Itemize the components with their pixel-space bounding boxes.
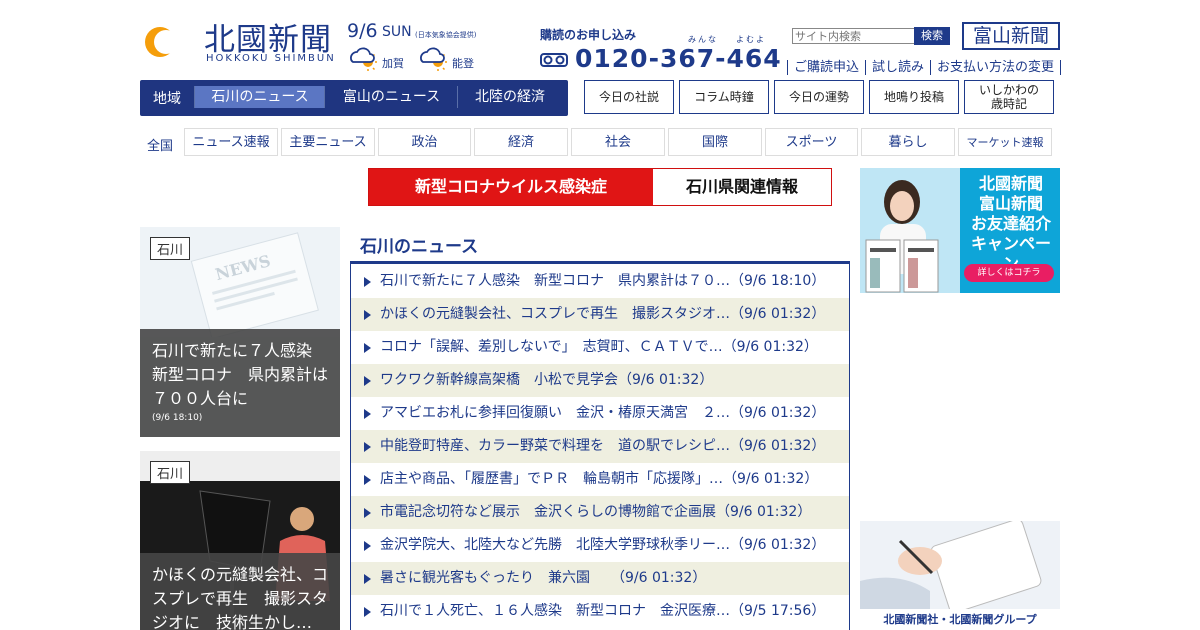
- list-item[interactable]: 石川で１人死亡、１６人感染 新型コロナ 金沢医療…（9/5 17:56）: [351, 595, 849, 630]
- tab-ishikawa-news[interactable]: 石川のニュース: [194, 86, 325, 108]
- list-item[interactable]: 店主や商品、「履歴書」でＰＲ 輪島朝市「応援隊」…（9/6 01:32）: [351, 463, 849, 496]
- group-ad[interactable]: 北國新聞社・北國新聞グループ: [860, 521, 1060, 630]
- corona-banner[interactable]: 新型コロナウイルス感染症 石川県関連情報: [368, 168, 832, 206]
- category-society[interactable]: 社会: [571, 128, 665, 156]
- category-sports[interactable]: スポーツ: [765, 128, 858, 156]
- arrow-icon: [364, 277, 371, 287]
- news-title[interactable]: かほくの元縫製会社、コスプレで再生 撮影スタジオ…（9/6 01:32）: [380, 298, 825, 331]
- card-caption: 石川で新たに７人感染 新型コロナ 県内累計は７００人台に (9/6 18:10): [140, 329, 340, 437]
- cloud-sun-icon[interactable]: [346, 42, 380, 72]
- group-ad-caption: 北國新聞社・北國新聞グループ: [860, 609, 1060, 630]
- news-title[interactable]: 石川で１人死亡、１６人感染 新型コロナ 金沢医療…（9/5 17:56）: [380, 595, 825, 628]
- payment-change-link[interactable]: お支払い方法の変更: [930, 60, 1062, 75]
- list-item[interactable]: 暑さに観光客もぐったり 兼六園 （9/6 01:32）: [351, 562, 849, 595]
- news-heading: 石川のニュース: [360, 237, 479, 257]
- category-international[interactable]: 国際: [668, 128, 762, 156]
- category-label: 全国: [147, 139, 174, 154]
- news-title[interactable]: 中能登町特産、カラー野菜で料理を 道の駅でレシピ…（9/6 01:32）: [380, 430, 825, 463]
- person-photo-icon: [860, 168, 960, 293]
- news-title[interactable]: 市電記念切符など展示 金沢くらしの博物館で企画展（9/6 01:32）: [380, 496, 811, 529]
- category-top-news[interactable]: 主要ニュース: [281, 128, 375, 156]
- date: 9/6: [347, 20, 378, 42]
- tab-toyama-news[interactable]: 富山のニュース: [324, 86, 458, 108]
- ad-details-button[interactable]: 詳しくはコチラ: [964, 264, 1054, 282]
- arrow-icon: [364, 310, 371, 320]
- featured-card[interactable]: 石川 かほくの元縫製会社、コスプレで再生 撮影スタジオに 技術生かし…: [140, 451, 340, 630]
- region-nav-label: 地域: [153, 91, 181, 107]
- category-economy[interactable]: 経済: [474, 128, 568, 156]
- ishikawa-saijiki-button[interactable]: いしかわの 歳時記: [964, 80, 1054, 114]
- arrow-icon: [364, 409, 371, 419]
- arrow-icon: [364, 574, 371, 584]
- news-title[interactable]: 店主や商品、「履歴書」でＰＲ 輪島朝市「応援隊」…（9/6 01:32）: [380, 463, 818, 496]
- subscribe-link[interactable]: ご購読申込: [787, 60, 866, 75]
- arrow-icon: [364, 607, 371, 617]
- ad-line-3: お友達紹介: [970, 214, 1051, 233]
- list-item[interactable]: ワクワク新幹線高架橋 小松で見学会（9/6 01:32）: [351, 364, 849, 397]
- subscription-title: 購読のお申し込み: [540, 28, 637, 42]
- list-item[interactable]: アマビエお札に参拝回復願い 金沢・椿原天満宮 ２…（9/6 01:32）: [351, 397, 849, 430]
- horoscope-button[interactable]: 今日の運勢: [774, 80, 864, 114]
- arrow-icon: [364, 442, 371, 452]
- tablet-photo-icon: [860, 521, 1060, 609]
- card-region-tag: 石川: [150, 461, 191, 484]
- arrow-icon: [364, 475, 371, 485]
- list-item[interactable]: 金沢学院大、北陸大など先勝 北陸大学野球秋季リー…（9/6 01:32）: [351, 529, 849, 562]
- weekday: SUN: [382, 24, 412, 40]
- weather-source[interactable]: (日本気象協会提供): [415, 30, 476, 40]
- corona-banner-title: 新型コロナウイルス感染症: [369, 169, 653, 205]
- list-item[interactable]: コロナ「誤解、差別しないで」 志賀町、ＣＡＴＶで…（9/6 01:32）: [351, 331, 849, 364]
- arrow-icon: [364, 541, 371, 551]
- arrow-icon: [364, 508, 371, 518]
- subscription-phone[interactable]: 0120-367-464: [575, 44, 782, 73]
- editorial-button[interactable]: 今日の社説: [584, 80, 674, 114]
- card-title: 石川で新たに７人感染 新型コロナ 県内累計は７００人台に: [152, 341, 329, 408]
- arrow-icon: [364, 343, 371, 353]
- corona-banner-subtitle: 石川県関連情報: [685, 177, 798, 196]
- news-title[interactable]: 石川で新たに７人感染 新型コロナ 県内累計は７０…（9/6 18:10）: [380, 265, 825, 298]
- card-date: (9/6 18:10): [152, 413, 203, 423]
- saijiki-line1: いしかわの: [978, 83, 1039, 97]
- category-politics[interactable]: 政治: [378, 128, 471, 156]
- card-caption: かほくの元縫製会社、コスプレで再生 撮影スタジオに 技術生かし…: [140, 553, 340, 630]
- hokkoku-logo-mark-icon: [142, 20, 190, 64]
- category-market[interactable]: マーケット速報: [958, 128, 1052, 156]
- ad-line-2: 富山新聞: [978, 194, 1043, 213]
- featured-card[interactable]: NEWS 石川 石川で新たに７人感染 新型コロナ 県内累計は７００人台に (9/…: [140, 227, 340, 437]
- search-input[interactable]: [792, 28, 916, 44]
- news-title[interactable]: コロナ「誤解、差別しないで」 志賀町、ＣＡＴＶで…（9/6 01:32）: [380, 331, 818, 364]
- list-item[interactable]: かほくの元縫製会社、コスプレで再生 撮影スタジオ…（9/6 01:32）: [351, 298, 849, 331]
- arrow-icon: [364, 376, 371, 386]
- column-jisho-button[interactable]: コラム時鐘: [679, 80, 769, 114]
- freedial-icon: [540, 53, 568, 67]
- top-links: ご購読申込 試し読み お支払い方法の変更: [787, 56, 1062, 75]
- list-item[interactable]: 石川で新たに７人感染 新型コロナ 県内累計は７０…（9/6 18:10）: [351, 265, 849, 298]
- reader-posts-button[interactable]: 地鳴り投稿: [869, 80, 959, 114]
- friend-campaign-ad[interactable]: 北國新聞 富山新聞 お友達紹介 キャンペーン 詳しくはコチラ: [860, 168, 1060, 293]
- weather-label-noto: 能登: [452, 57, 474, 70]
- weather-label-kaga: 加賀: [382, 57, 404, 70]
- search-button[interactable]: 検索: [914, 27, 950, 45]
- category-breaking-news[interactable]: ニュース速報: [184, 128, 278, 156]
- news-title[interactable]: 暑さに観光客もぐったり 兼六園 （9/6 01:32）: [380, 562, 706, 595]
- logo-subtitle: HOKKOKU SHIMBUN: [206, 53, 336, 64]
- news-title[interactable]: ワクワク新幹線高架橋 小松で見学会（9/6 01:32）: [380, 364, 713, 397]
- category-living[interactable]: 暮らし: [861, 128, 955, 156]
- card-title: かほくの元縫製会社、コスプレで再生 撮影スタジオに 技術生かし…: [152, 565, 329, 630]
- saijiki-line2: 歳時記: [990, 97, 1027, 111]
- tab-hokuriku-economy[interactable]: 北陸の経済: [457, 86, 562, 108]
- list-item[interactable]: 中能登町特産、カラー野菜で料理を 道の駅でレシピ…（9/6 01:32）: [351, 430, 849, 463]
- ad-line-1: 北國新聞: [978, 174, 1043, 193]
- toyama-shimbun-logo[interactable]: 富山新聞: [962, 22, 1060, 50]
- news-title[interactable]: アマビエお札に参拝回復願い 金沢・椿原天満宮 ２…（9/6 01:32）: [380, 397, 825, 430]
- news-title[interactable]: 金沢学院大、北陸大など先勝 北陸大学野球秋季リー…（9/6 01:32）: [380, 529, 825, 562]
- card-region-tag: 石川: [150, 237, 191, 260]
- cloud-sun-icon[interactable]: [416, 42, 450, 72]
- trial-link[interactable]: 試し読み: [865, 60, 931, 75]
- list-item[interactable]: 市電記念切符など展示 金沢くらしの博物館で企画展（9/6 01:32）: [351, 496, 849, 529]
